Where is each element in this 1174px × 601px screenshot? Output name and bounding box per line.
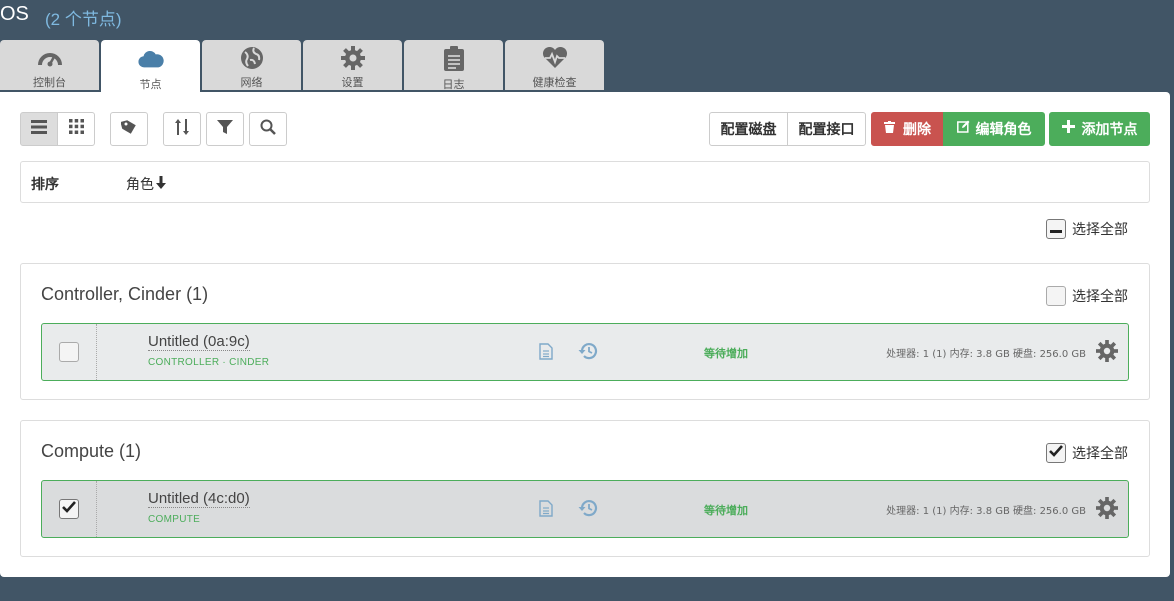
configure-interfaces-button[interactable]: 配置接口 xyxy=(787,112,866,146)
list-view-button[interactable] xyxy=(20,112,58,146)
node-checkbox[interactable] xyxy=(59,499,79,519)
history-icon[interactable] xyxy=(578,499,598,522)
search-icon xyxy=(260,119,276,140)
node-checkbox-cell xyxy=(42,324,97,380)
node-roles: COMPUTE xyxy=(148,514,201,525)
node-settings-gear-icon[interactable] xyxy=(1096,340,1118,367)
node-group-compute: Compute (1) 选择全部 Untitled (4c:d0) COMPUT… xyxy=(20,420,1150,557)
delete-label: 删除 xyxy=(903,122,931,138)
labels-button[interactable] xyxy=(110,112,148,146)
checkmark-icon xyxy=(62,500,76,518)
edit-roles-button[interactable]: 编辑角色 xyxy=(943,112,1045,146)
clipboard-icon xyxy=(441,46,467,72)
list-icon xyxy=(31,119,47,139)
tab-label: 日志 xyxy=(442,78,465,91)
nodes-toolbar: 配置磁盘 配置接口 删除 编辑角色 添加节点 xyxy=(20,112,1150,146)
search-button[interactable] xyxy=(249,112,287,146)
cloud-icon xyxy=(137,46,164,72)
logs-icon[interactable] xyxy=(539,343,553,365)
node-specs: 处理器: 1 (1) 内存: 3.8 GB 硬盘: 256.0 GB xyxy=(886,349,1086,360)
node-checkbox[interactable] xyxy=(59,342,79,362)
logs-icon[interactable] xyxy=(539,500,553,522)
top-header: OS (2 个节点) xyxy=(0,0,1174,30)
group-title: Controller, Cinder (1) xyxy=(41,284,209,304)
node-group-controller: Controller, Cinder (1) 选择全部 Untitled (0a… xyxy=(20,263,1150,400)
environment-name: OS xyxy=(0,3,29,25)
node-checkbox-cell xyxy=(42,481,97,537)
tab-label: 健康检查 xyxy=(532,76,577,89)
minus-icon xyxy=(1050,221,1062,237)
edit-icon xyxy=(956,120,970,138)
filter-button[interactable] xyxy=(206,112,244,146)
configure-disks-label: 配置磁盘 xyxy=(720,122,777,138)
node-card[interactable]: Untitled (4c:d0) COMPUTE 等待增加 处理器: 1 (1)… xyxy=(41,480,1129,538)
node-settings-gear-icon[interactable] xyxy=(1096,497,1118,524)
grid-view-button[interactable] xyxy=(57,112,95,146)
sort-button[interactable] xyxy=(163,112,201,146)
tab-health-check[interactable]: 健康检查 xyxy=(505,40,604,90)
delete-button[interactable]: 删除 xyxy=(871,112,944,146)
filter-icon xyxy=(217,119,233,140)
group-select-all[interactable]: 选择全部 xyxy=(1046,286,1128,306)
add-nodes-button[interactable]: 添加节点 xyxy=(1049,112,1150,146)
edit-roles-label: 编辑角色 xyxy=(975,122,1032,138)
sort-role-label: 角色 xyxy=(126,177,154,193)
sorting-bar: 排序 角色 xyxy=(20,161,1150,203)
add-nodes-label: 添加节点 xyxy=(1081,122,1138,138)
group-select-all-checkbox[interactable] xyxy=(1046,443,1066,463)
node-name[interactable]: Untitled (0a:9c) xyxy=(148,333,250,351)
tab-label: 控制台 xyxy=(33,76,66,89)
sort-by-role[interactable]: 角色 xyxy=(126,174,166,194)
node-count: (2 个节点) xyxy=(45,10,122,29)
tab-logs[interactable]: 日志 xyxy=(404,40,503,91)
select-all-label: 选择全部 xyxy=(1072,446,1128,462)
grid-icon xyxy=(68,119,84,139)
tab-nodes[interactable]: 节点 xyxy=(101,40,200,92)
node-specs: 处理器: 1 (1) 内存: 3.8 GB 硬盘: 256.0 GB xyxy=(886,506,1086,517)
node-roles: CONTROLLER · CINDER xyxy=(148,357,270,368)
heartbeat-icon xyxy=(542,46,568,70)
node-status: 等待增加 xyxy=(704,347,748,360)
plus-icon xyxy=(1061,120,1075,138)
gear-icon xyxy=(340,46,366,70)
trash-icon xyxy=(884,120,895,138)
tag-icon xyxy=(120,119,137,140)
select-all-label: 选择全部 xyxy=(1072,222,1128,238)
select-all-global[interactable]: 选择全部 xyxy=(1046,219,1128,239)
group-select-all[interactable]: 选择全部 xyxy=(1046,443,1128,463)
tab-label: 节点 xyxy=(139,78,162,91)
node-name[interactable]: Untitled (4c:d0) xyxy=(148,490,250,508)
checkmark-icon xyxy=(1049,445,1063,461)
group-select-all-checkbox[interactable] xyxy=(1046,286,1066,306)
tab-settings[interactable]: 设置 xyxy=(303,40,402,90)
node-status: 等待增加 xyxy=(704,504,748,517)
configure-disks-button[interactable]: 配置磁盘 xyxy=(709,112,788,146)
main-tabs: 控制台 节点 网络 设置 日志 健康检查 xyxy=(0,40,606,92)
dashboard-icon xyxy=(37,46,63,70)
tab-label: 设置 xyxy=(341,76,364,89)
configure-interfaces-label: 配置接口 xyxy=(798,122,855,138)
group-title: Compute (1) xyxy=(41,441,142,461)
history-icon[interactable] xyxy=(578,342,598,365)
sort-arrows-icon xyxy=(175,118,189,140)
arrow-down-icon xyxy=(156,175,166,193)
tab-network[interactable]: 网络 xyxy=(202,40,301,90)
globe-icon xyxy=(239,46,265,70)
select-all-checkbox[interactable] xyxy=(1046,219,1066,239)
node-card[interactable]: Untitled (0a:9c) CONTROLLER · CINDER 等待增… xyxy=(41,323,1129,381)
nodes-panel: 配置磁盘 配置接口 删除 编辑角色 添加节点 排序 角色 选择全部 Contro… xyxy=(0,92,1170,577)
sorting-label: 排序 xyxy=(31,177,59,193)
select-all-label: 选择全部 xyxy=(1072,289,1128,305)
tab-label: 网络 xyxy=(240,76,263,89)
tab-dashboard[interactable]: 控制台 xyxy=(0,40,99,90)
